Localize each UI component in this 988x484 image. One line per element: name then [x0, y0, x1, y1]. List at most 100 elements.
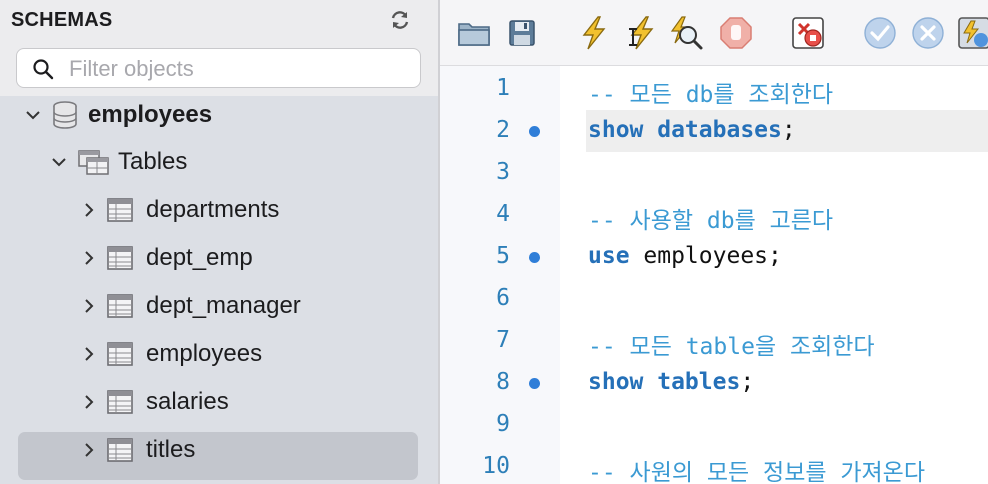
database-icon [53, 101, 77, 129]
schemas-title: SCHEMAS [11, 9, 113, 31]
table-icon [107, 198, 133, 222]
code-text: use employees; [588, 243, 782, 269]
chevron-right-icon[interactable] [78, 343, 100, 365]
tree-item-table-selected[interactable]: titles [78, 427, 195, 473]
table-icon [107, 294, 133, 318]
chevron-right-icon[interactable] [78, 199, 100, 221]
code-text: -- 모든 table을 조회한다 [588, 327, 875, 361]
chevron-right-icon[interactable] [78, 295, 100, 317]
code-text: -- 모든 db를 조회한다 [588, 75, 833, 109]
tree-item-table[interactable]: dept_manager [78, 283, 301, 329]
code-line[interactable]: 1 -- 모든 db를 조회한다 [440, 68, 988, 110]
code-editor[interactable]: 1 -- 모든 db를 조회한다 2 show databases; 3 4 -- 사용할 … [440, 66, 988, 484]
sql-keyword: use [588, 243, 630, 269]
code-line[interactable]: 9 [440, 404, 988, 446]
filter-input[interactable] [69, 55, 409, 83]
checkmark-icon [864, 17, 896, 49]
code-text: -- 사용할 db를 고른다 [588, 201, 833, 235]
statement-marker-dot-icon[interactable] [529, 252, 540, 263]
tree-item-table[interactable]: dept_emp [78, 235, 253, 281]
schemas-header: SCHEMAS [0, 0, 438, 96]
line-number: 6 [496, 285, 510, 311]
autocommit-icon [958, 17, 988, 49]
sql-keyword: show tables [588, 369, 741, 395]
code-line[interactable]: 4 -- 사용할 db를 고른다 [440, 194, 988, 236]
filter-box [16, 48, 421, 88]
save-button[interactable] [504, 14, 540, 52]
code-line[interactable]: 10 -- 사원의 모든 정보를 가져온다 [440, 446, 988, 484]
code-line[interactable]: 6 [440, 278, 988, 320]
execute-current-button[interactable] [622, 14, 658, 52]
tree-item-label: departments [146, 196, 280, 223]
tree-item-label: titles [146, 436, 196, 463]
stop-button[interactable] [718, 14, 754, 52]
statement-marker-dot-icon[interactable] [529, 378, 540, 389]
code-text: show tables; [588, 369, 754, 395]
sql-text: employees; [629, 243, 782, 269]
chevron-right-icon[interactable] [78, 391, 100, 413]
floppy-disk-icon [509, 20, 535, 46]
table-icon [107, 246, 133, 270]
x-circle-icon [912, 17, 944, 49]
tree-item-label: salaries [146, 388, 229, 415]
code-line[interactable]: 3 [440, 152, 988, 194]
chevron-down-icon[interactable] [22, 104, 44, 126]
chevron-right-icon[interactable] [78, 439, 100, 461]
schemas-panel: SCHEMAS employees [0, 0, 438, 484]
tree-item-label: employees [88, 101, 213, 128]
tree-item-label: dept_manager [146, 292, 301, 319]
tree-item-label: dept_emp [146, 244, 253, 271]
tree-item-employees-db[interactable]: employees [22, 92, 212, 138]
line-number: 3 [496, 159, 510, 185]
search-icon [33, 59, 54, 80]
execute-button[interactable] [576, 14, 612, 52]
code-line[interactable]: 8 show tables; [440, 362, 988, 404]
folder-icon [458, 23, 490, 46]
commit-button[interactable] [862, 14, 898, 52]
sql-editor: 1 -- 모든 db를 조회한다 2 show databases; 3 4 -- 사용할 … [440, 0, 988, 484]
lightning-cursor-icon [629, 16, 654, 50]
table-icon [107, 342, 133, 366]
line-number: 4 [496, 201, 510, 227]
tree-item-table[interactable]: employees [78, 331, 262, 377]
table-icon [107, 438, 133, 462]
sql-comment: -- 사원의 모든 정보를 가져온다 [588, 460, 926, 484]
tree-item-tables-folder[interactable]: Tables [48, 139, 187, 185]
autocommit-button[interactable] [956, 14, 988, 52]
chevron-down-icon[interactable] [48, 151, 70, 173]
sql-comment: -- 사용할 db를 고른다 [588, 208, 834, 234]
code-line[interactable]: 2 show databases; [440, 110, 988, 152]
tree-item-table[interactable]: departments [78, 187, 279, 233]
chevron-right-icon[interactable] [78, 247, 100, 269]
tree-item-table[interactable]: salaries [78, 379, 229, 425]
line-number: 1 [496, 75, 510, 101]
rollback-button[interactable] [910, 14, 946, 52]
table-icon [107, 390, 133, 414]
tables-folder-icon [78, 150, 109, 175]
stop-on-error-icon [792, 17, 824, 49]
sql-comment: -- 모든 table을 조회한다 [588, 334, 875, 360]
line-number: 2 [496, 117, 510, 143]
sql-comment: -- 모든 db를 조회한다 [588, 82, 834, 108]
open-file-button[interactable] [456, 14, 492, 52]
line-number: 10 [482, 453, 510, 479]
line-number: 7 [496, 327, 510, 353]
statement-marker-dot-icon[interactable] [529, 126, 540, 137]
line-number: 9 [496, 411, 510, 437]
code-line[interactable]: 7 -- 모든 table을 조회한다 [440, 320, 988, 362]
code-line[interactable]: 5 use employees; [440, 236, 988, 278]
sql-text: ; [781, 117, 796, 143]
sql-text: ; [740, 369, 755, 395]
sql-keyword: show databases [588, 117, 782, 143]
code-text: -- 사원의 모든 정보를 가져온다 [588, 453, 925, 484]
code-text: show databases; [588, 117, 796, 143]
editor-toolbar [440, 0, 988, 66]
toggle-stop-on-error-button[interactable] [790, 14, 826, 52]
line-number: 8 [496, 369, 510, 395]
tree-item-label: employees [146, 340, 263, 367]
line-number: 5 [496, 243, 510, 269]
explain-button[interactable] [668, 14, 704, 52]
refresh-icon [391, 11, 409, 29]
refresh-button[interactable] [386, 6, 414, 34]
magnifier-icon [670, 16, 703, 50]
